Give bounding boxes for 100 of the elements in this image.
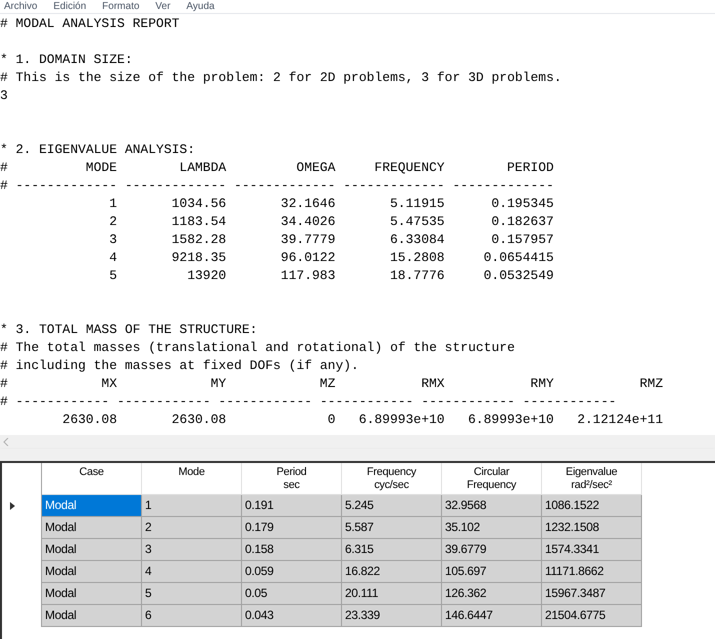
table-value: 5.47535 <box>390 214 445 229</box>
table-cell[interactable]: 16.822 <box>342 561 442 583</box>
table-cell[interactable]: 35.102 <box>442 517 542 539</box>
table-value: 6.33084 <box>390 232 445 247</box>
table-value: 2.12124e+11 <box>577 412 664 427</box>
value-text: 3 <box>0 88 8 103</box>
table-cell[interactable]: 32.9568 <box>442 495 542 517</box>
table-value: 117.983 <box>280 268 336 283</box>
section-heading: * 1. DOMAIN SIZE: <box>0 52 133 67</box>
table-cell[interactable]: 2 <box>142 517 242 539</box>
table-cell[interactable]: 5.587 <box>342 517 442 539</box>
current-row-icon <box>10 502 15 510</box>
table-cell[interactable]: 0.043 <box>242 605 342 627</box>
table-cell[interactable]: Modal <box>42 561 142 583</box>
table-cell[interactable]: 3 <box>142 539 242 561</box>
column-header: MODE <box>86 160 117 175</box>
table-cell[interactable]: Modal <box>42 583 142 605</box>
menu-item[interactable]: Edición <box>53 0 86 13</box>
table-value: 1 <box>109 196 117 211</box>
menu-item[interactable]: Ayuda <box>186 0 215 13</box>
table-cell[interactable]: Modal <box>42 605 142 627</box>
table-value: 1183.54 <box>172 214 226 229</box>
table-cell[interactable]: 21504.6775 <box>542 605 642 627</box>
section-heading: * 2. EIGENVALUE ANALYSIS: <box>0 142 196 157</box>
table-value: 96.0122 <box>280 250 336 265</box>
table-cell[interactable]: 39.6779 <box>442 539 542 561</box>
table-value: 34.4026 <box>280 214 336 229</box>
column-header[interactable]: Frequency cyc/sec <box>342 463 442 495</box>
table-cell[interactable]: Modal <box>42 495 142 517</box>
column-header: OMEGA <box>296 160 336 175</box>
table-cell[interactable]: 0.05 <box>242 583 342 605</box>
table-cell[interactable]: 1232.1508 <box>542 517 642 539</box>
table-value: 1582.28 <box>172 232 226 247</box>
column-header: MY <box>210 376 226 391</box>
table-value: 5.11915 <box>390 196 445 211</box>
table-value: 2630.08 <box>62 412 117 427</box>
table-value: 13920 <box>187 268 226 283</box>
table-cell[interactable]: 0.158 <box>242 539 342 561</box>
table-cell[interactable]: 5.245 <box>342 495 442 517</box>
comment-line: # This is the size of the problem: 2 for 2D problems, 3 for 3D problems. <box>0 70 562 85</box>
column-header: RMX <box>421 376 445 391</box>
table-cell[interactable]: 0.191 <box>242 495 342 517</box>
column-header: RMY <box>530 376 554 391</box>
column-header: MX <box>101 376 117 391</box>
table-value: 4 <box>109 250 117 265</box>
table-cell[interactable]: 6 <box>142 605 242 627</box>
comment-line: # including the masses at fixed DOFs (if any). <box>0 358 359 373</box>
table-cell[interactable]: Modal <box>42 539 142 561</box>
table-cell[interactable]: Modal <box>42 517 142 539</box>
column-header: MZ <box>320 376 336 391</box>
separator-line: # ------------ ------------ ------------ ------------ ------------ ------------ <box>0 394 616 409</box>
table-cell[interactable]: 146.6447 <box>442 605 542 627</box>
separator-line: # ------------- ------------- ------------- ------------- ------------- <box>0 178 554 193</box>
table-cell[interactable]: 5 <box>142 583 242 605</box>
comment-mark: # <box>0 159 8 177</box>
table-value: 3 <box>109 232 117 247</box>
report-title: # MODAL ANALYSIS REPORT <box>0 16 180 31</box>
column-header[interactable]: Mode <box>142 463 242 495</box>
table-cell[interactable]: 0.179 <box>242 517 342 539</box>
table-cell[interactable]: 4 <box>142 561 242 583</box>
column-header[interactable]: Eigenvalue rad²/sec² <box>542 463 642 495</box>
menu-item[interactable]: Formato <box>102 0 140 13</box>
horizontal-scrollbar[interactable] <box>0 435 715 449</box>
column-header[interactable]: Period sec <box>242 463 342 495</box>
comment-mark: # <box>0 375 8 393</box>
table-cell[interactable]: 1086.1522 <box>542 495 642 517</box>
table-value: 0.0532549 <box>484 268 554 283</box>
table-value: 6.89993e+10 <box>358 412 445 427</box>
column-header: RMZ <box>640 376 664 391</box>
table-value: 0.157957 <box>491 232 554 247</box>
table-value: 39.7779 <box>280 232 336 247</box>
column-header: LAMBDA <box>179 160 226 175</box>
column-header: PERIOD <box>507 160 554 175</box>
table-value: 0.195345 <box>491 196 554 211</box>
table-cell[interactable]: 1 <box>142 495 242 517</box>
table-cell[interactable]: 105.697 <box>442 561 542 583</box>
table-cell[interactable]: 0.059 <box>242 561 342 583</box>
table-value: 18.7776 <box>390 268 445 283</box>
column-header[interactable]: Case <box>42 463 142 495</box>
table-cell[interactable]: 1574.3341 <box>542 539 642 561</box>
table-value: 2630.08 <box>172 412 226 427</box>
table-value: 32.1646 <box>280 196 336 211</box>
table-cell[interactable]: 23.339 <box>342 605 442 627</box>
table-cell[interactable]: 6.315 <box>342 539 442 561</box>
table-value: 2 <box>109 214 117 229</box>
comment-line: # The total masses (translational and rotational) of the structure <box>0 340 515 355</box>
table-value: 5 <box>109 268 117 283</box>
menu-item[interactable]: Ver <box>155 0 170 13</box>
table-value: 1034.56 <box>172 196 226 211</box>
table-value: 0 <box>328 412 336 427</box>
table-cell[interactable]: 15967.3487 <box>542 583 642 605</box>
section-heading: * 3. TOTAL MASS OF THE STRUCTURE: <box>0 322 258 337</box>
column-header[interactable]: Circular Frequency <box>442 463 542 495</box>
column-header: FREQUENCY <box>374 160 445 175</box>
table-cell[interactable]: 11171.8662 <box>542 561 642 583</box>
table-value: 0.182637 <box>491 214 554 229</box>
menu-item[interactable]: Archivo <box>4 0 38 13</box>
table-value: 6.89993e+10 <box>468 412 554 427</box>
table-cell[interactable]: 126.362 <box>442 583 542 605</box>
table-cell[interactable]: 20.111 <box>342 583 442 605</box>
